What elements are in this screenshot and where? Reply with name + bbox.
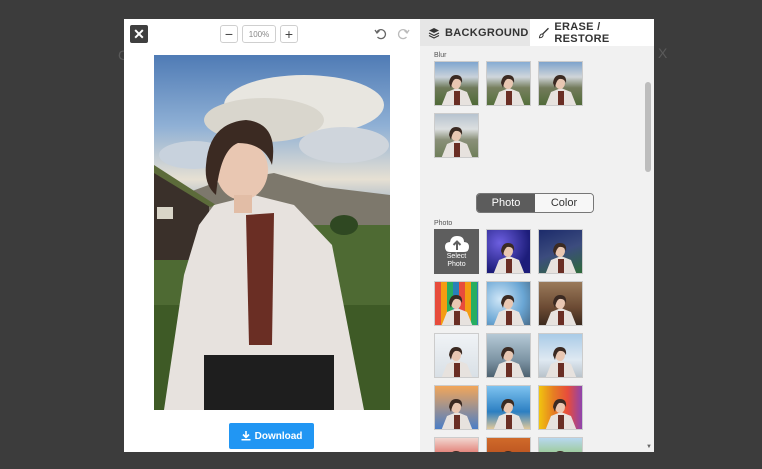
download-button[interactable]: Download <box>229 423 314 449</box>
background-options-list[interactable]: Blur Photo Color Photo Select Photo ▼ <box>420 46 654 452</box>
close-button[interactable]: ✕ <box>130 25 148 43</box>
scroll-down-arrow-icon[interactable]: ▼ <box>646 444 652 450</box>
photo-thumbnail-rainbow-stripes[interactable] <box>434 281 479 326</box>
photo-thumbnail-red-flowers[interactable] <box>434 437 479 452</box>
photo-thumbnail-ocean[interactable] <box>486 385 531 430</box>
close-icon: ✕ <box>133 25 145 42</box>
zoom-controls: − 100% + <box>220 25 298 43</box>
select-photo-line1: Select <box>446 252 467 260</box>
photo-thumbnail-city-skyline[interactable] <box>486 333 531 378</box>
photo-section-label: Photo <box>434 220 453 227</box>
photo-color-toggle: Photo Color <box>476 193 594 213</box>
photo-thumbnail-whiteboard[interactable] <box>434 333 479 378</box>
photo-thumbnail-clock-tower[interactable] <box>538 333 583 378</box>
photo-thumbnail-starry-blue[interactable] <box>486 229 531 274</box>
editor-left-pane: ✕ − 100% + Download <box>124 19 420 452</box>
tab-erase-restore-label: ERASE / RESTORE <box>554 20 610 45</box>
blur-thumbnail-blur-2[interactable] <box>486 61 531 106</box>
zoom-in-button[interactable]: + <box>280 25 298 43</box>
redo-button[interactable] <box>394 25 412 43</box>
editor-right-panel: BACKGROUND ERASE / RESTORE Blur Photo Co… <box>420 19 654 452</box>
blur-thumbnail-blur-4[interactable] <box>434 113 479 158</box>
download-label: Download <box>254 430 303 442</box>
download-icon <box>241 431 251 441</box>
redo-icon <box>397 29 410 40</box>
photo-thumbnail-bokeh-lights[interactable] <box>486 281 531 326</box>
tab-background[interactable]: BACKGROUND <box>420 19 530 46</box>
select-photo-button[interactable]: Select Photo <box>434 229 479 274</box>
cloud-upload-icon <box>444 235 469 252</box>
photo-canvas[interactable] <box>154 55 390 410</box>
backdrop-text-right: X <box>658 45 668 61</box>
tab-background-label: BACKGROUND <box>445 26 529 39</box>
toggle-photo-option[interactable]: Photo <box>477 194 535 212</box>
select-photo-line2: Photo <box>447 260 466 268</box>
blur-section-label: Blur <box>434 52 447 59</box>
toggle-color-option[interactable]: Color <box>535 194 593 212</box>
blur-thumbnail-blur-1[interactable] <box>434 61 479 106</box>
panel-tabs: BACKGROUND ERASE / RESTORE <box>420 19 654 46</box>
photo-thumbnail-autumn-trees[interactable] <box>486 437 531 452</box>
zoom-level-input[interactable]: 100% <box>242 25 276 43</box>
photo-thumbnail-orange-sky[interactable] <box>434 385 479 430</box>
tab-erase-restore[interactable]: ERASE / RESTORE <box>530 19 654 46</box>
photo-thumbnail-starry-green[interactable] <box>538 229 583 274</box>
photo-thumbnail-rainbow-gradient[interactable] <box>538 385 583 430</box>
undo-button[interactable] <box>372 25 390 43</box>
blur-thumbnail-blur-3[interactable] <box>538 61 583 106</box>
photo-thumbnail-green-hills[interactable] <box>538 437 583 452</box>
background-editor-modal: ✕ − 100% + Download BACKGROUND ERASE / R… <box>124 19 654 452</box>
layers-icon <box>428 27 440 39</box>
portrait-photo <box>154 75 390 410</box>
panel-scrollbar[interactable] <box>645 82 651 172</box>
brush-icon <box>538 27 549 38</box>
undo-icon <box>374 29 387 40</box>
history-controls <box>372 25 412 43</box>
zoom-out-button[interactable]: − <box>220 25 238 43</box>
photo-thumbnail-canyon[interactable] <box>538 281 583 326</box>
